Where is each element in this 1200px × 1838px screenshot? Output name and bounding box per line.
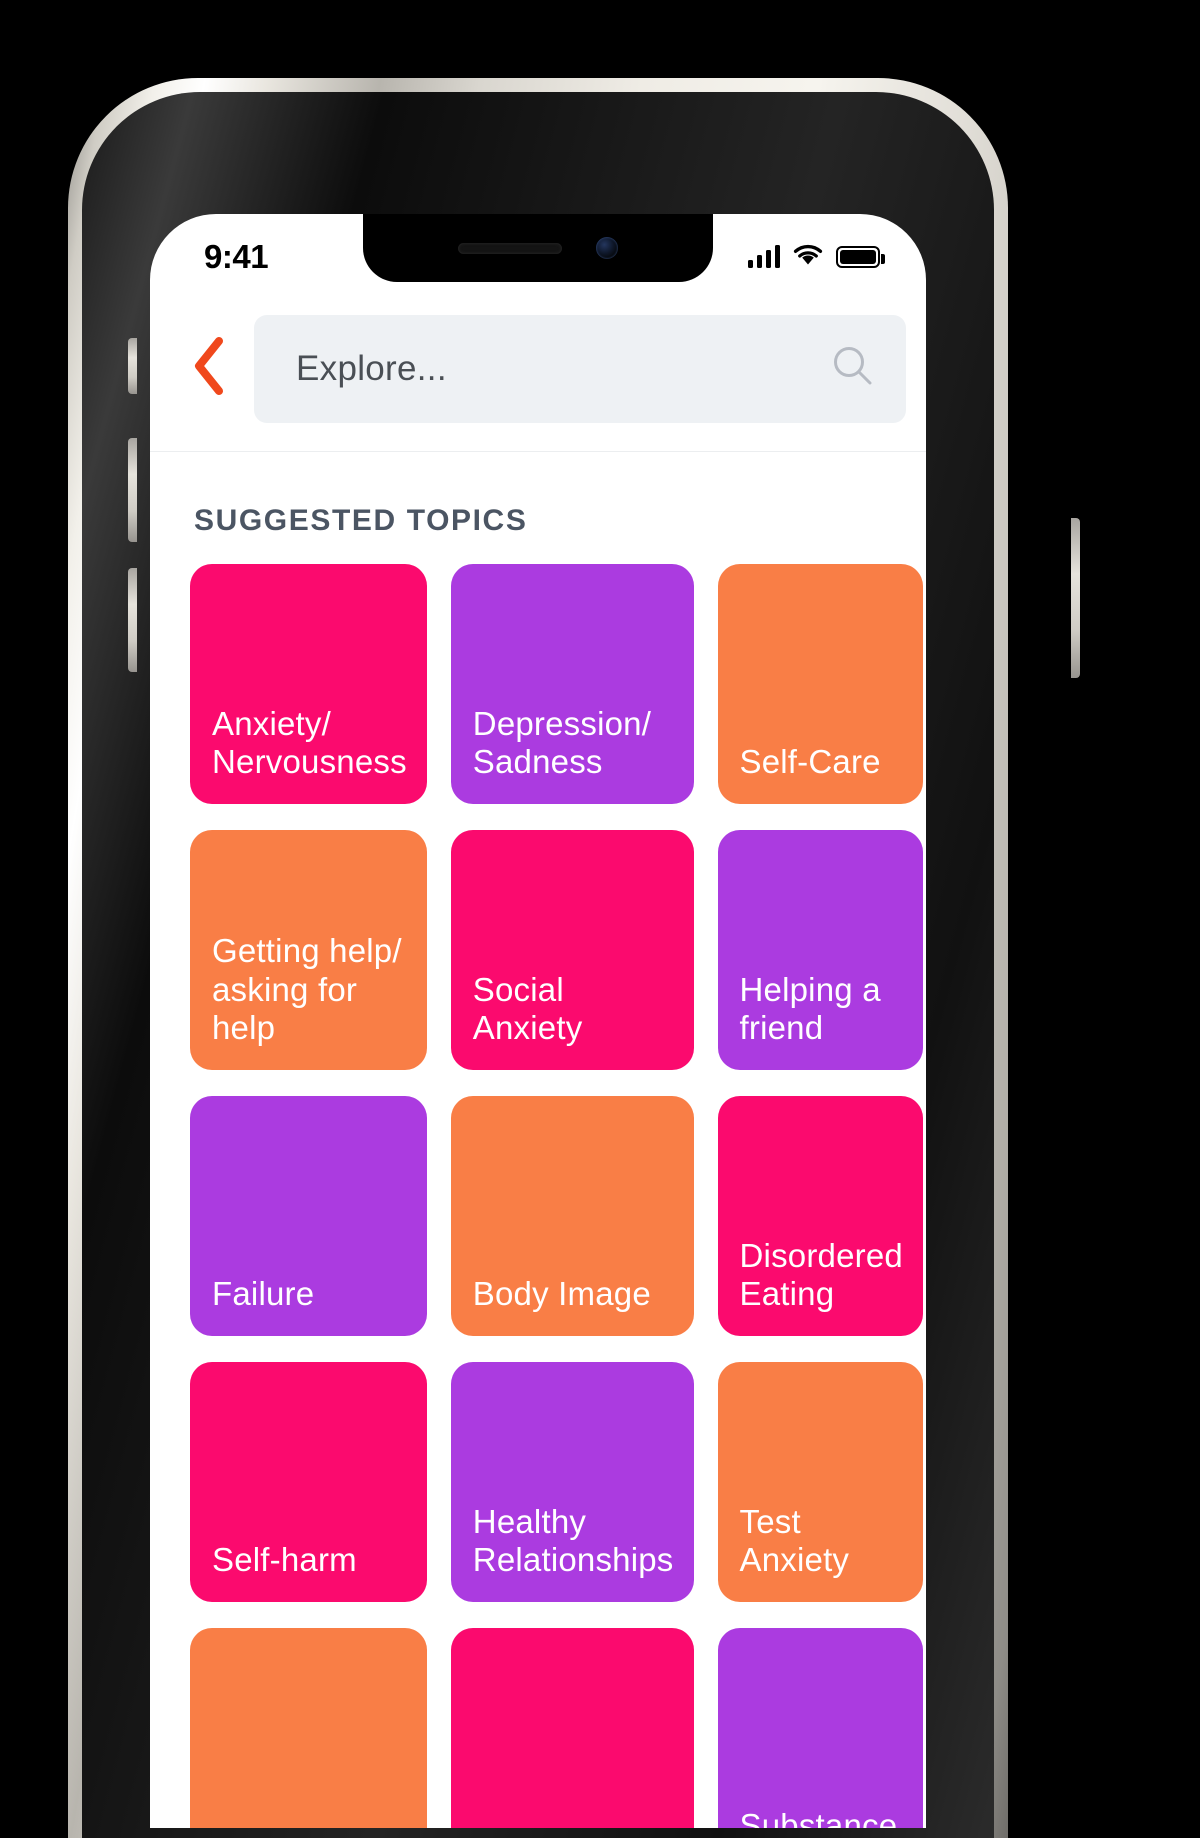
topic-tile-label: Test Anxiety — [739, 1502, 850, 1579]
topic-tile[interactable]: Failure — [190, 1096, 427, 1336]
topic-tile[interactable]: Test Anxiety — [717, 1362, 923, 1602]
volume-down-button[interactable] — [128, 568, 137, 672]
topic-tile[interactable]: Anxiety/ Nervousness — [190, 564, 427, 804]
topic-tile[interactable] — [450, 1628, 694, 1828]
topic-tile-label: Self-Care — [739, 743, 881, 781]
section-title: SUGGESTED TOPICS — [194, 504, 528, 537]
topic-tile[interactable]: Disordered Eating — [717, 1096, 923, 1336]
cellular-signal-icon — [747, 245, 780, 268]
topic-tile[interactable]: Getting help/ asking for help — [190, 830, 427, 1070]
topic-tile[interactable]: Body Image — [450, 1096, 694, 1336]
search-icon[interactable] — [830, 343, 876, 394]
topic-tile-label: Helping a friend — [739, 970, 881, 1047]
topic-tile[interactable]: Depression/ Sadness — [450, 564, 694, 804]
display-notch — [363, 214, 713, 282]
search-input[interactable]: Explore... — [254, 314, 906, 423]
topic-tile[interactable]: Substance — [717, 1628, 923, 1828]
topic-tile-label: Getting help/ asking for help — [212, 932, 402, 1047]
battery-icon — [836, 246, 885, 268]
topic-tile[interactable]: Healthy Relationships — [450, 1362, 694, 1602]
explore-content: SUGGESTED TOPICS Anxiety/ Nervousness Dep… — [150, 452, 926, 1828]
topic-tile-label: Body Image — [472, 1275, 651, 1313]
mute-switch-button[interactable] — [128, 338, 137, 394]
topic-tile-label: Failure — [212, 1275, 315, 1313]
front-camera-icon — [596, 237, 618, 259]
topic-tile-label: Disordered Eating — [739, 1236, 903, 1313]
topic-tile[interactable]: Social Anxiety — [450, 830, 694, 1070]
topic-grid: Anxiety/ Nervousness Depression/ Sadness S… — [190, 564, 923, 1828]
topic-tile[interactable]: Self-harm — [190, 1362, 427, 1602]
wifi-icon — [793, 243, 823, 271]
topic-tile-label: Substance — [739, 1807, 898, 1828]
status-time: 9:41 — [204, 238, 269, 275]
topic-tile-label: Depression/ Sadness — [472, 704, 652, 781]
status-icons — [747, 243, 885, 271]
volume-up-button[interactable] — [128, 438, 137, 542]
search-input-text: Explore... — [296, 348, 447, 388]
topic-tile-label: Healthy Relationships — [472, 1502, 674, 1579]
phone-device-frame: 9:41 Explore... SUGGESTED TOPICS Anxiety… — [68, 78, 1080, 1838]
battery-fill — [840, 250, 876, 264]
back-chevron-icon — [190, 335, 230, 402]
back-button[interactable] — [172, 331, 248, 407]
phone-screen: 9:41 Explore... SUGGESTED TOPICS Anxiety… — [150, 214, 926, 1828]
power-button[interactable] — [1071, 518, 1080, 678]
topic-tile-label: Social Anxiety — [472, 970, 583, 1047]
topic-tile[interactable] — [190, 1628, 427, 1828]
earpiece-speaker-icon — [458, 242, 562, 254]
topic-tile-label: Anxiety/ Nervousness — [212, 704, 407, 781]
search-header: Explore... — [150, 286, 926, 452]
topic-tile[interactable]: Helping a friend — [717, 830, 923, 1070]
topic-tile[interactable]: Self-Care — [717, 564, 923, 804]
topic-tile-label: Self-harm — [212, 1541, 357, 1579]
